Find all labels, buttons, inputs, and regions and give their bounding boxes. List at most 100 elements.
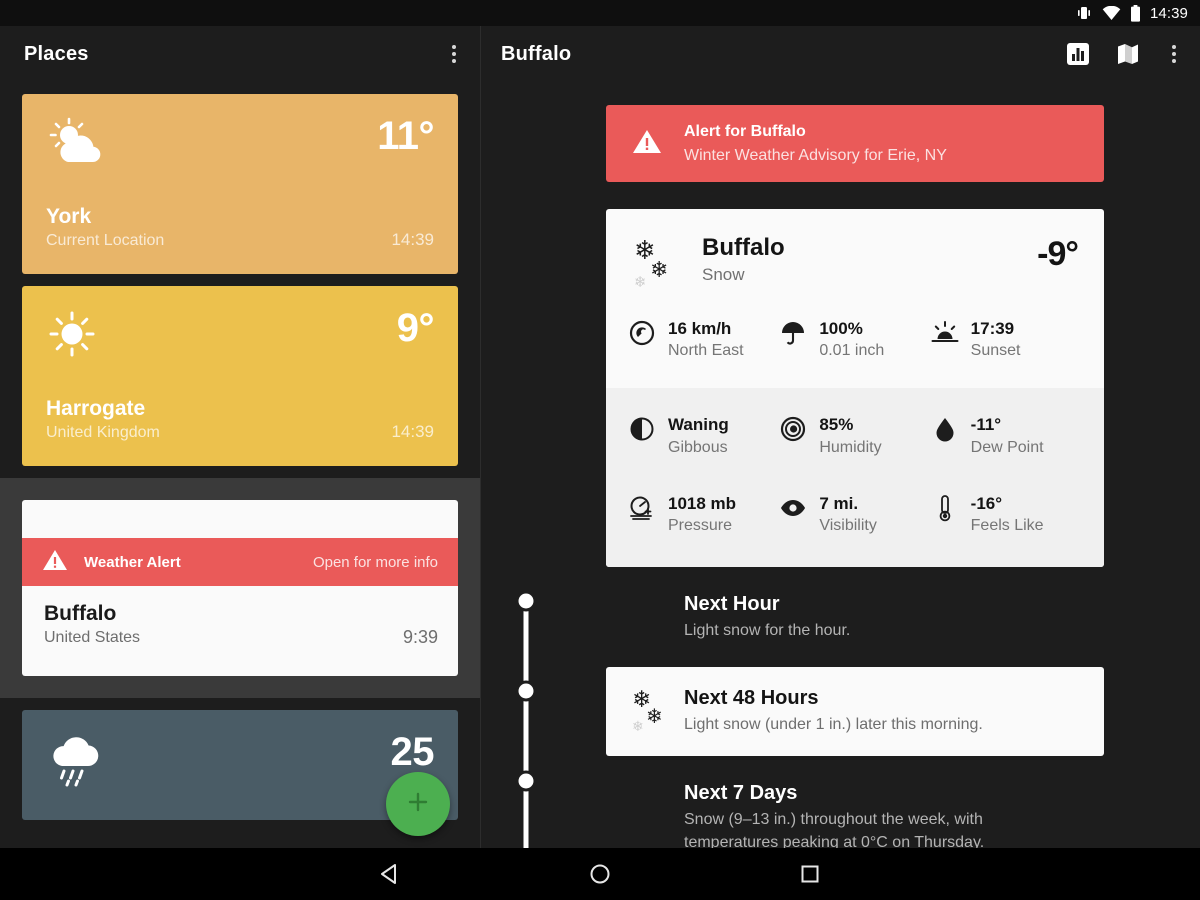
place-subtitle: United States (44, 629, 141, 647)
metric-text: 100% 0.01 inch (819, 318, 884, 362)
current-city: Buffalo (702, 234, 785, 261)
places-toolbar: Places (0, 26, 480, 82)
overflow-menu-icon[interactable] (444, 45, 464, 63)
metric-text: -16° Feels Like (971, 493, 1044, 537)
metric-text: 1018 mb Pressure (668, 493, 736, 537)
plus-icon (405, 789, 431, 820)
metric-label: North East (668, 342, 744, 360)
metrics-secondary: Waning Gibbous 85% Humidity -11° Dew Poi… (606, 388, 1104, 568)
alert-banner-subtitle: Winter Weather Advisory for Erie, NY (684, 146, 947, 164)
map-icon[interactable] (1114, 40, 1142, 68)
add-place-button[interactable] (386, 772, 450, 836)
detail-toolbar: Buffalo (481, 26, 1200, 82)
android-nav-bar (0, 848, 1200, 900)
place-temperature: 9° (396, 306, 435, 350)
status-bar: 14:39 (0, 0, 1200, 26)
place-zone-buffalo: Weather Alert Open for more info Buffalo… (0, 478, 480, 698)
metric-feels-like: -16° Feels Like (931, 493, 1082, 537)
metric-dew-point: -11° Dew Point (931, 414, 1082, 458)
place-card-top: 11° (46, 116, 434, 178)
forecast-next-7-days[interactable]: Next 7 Days Snow (9–13 in.) throughout t… (606, 762, 1104, 848)
card-top-spacer (22, 500, 458, 538)
forecast-next-hour[interactable]: Next Hour Light snow for the hour. (606, 573, 1104, 662)
app-screen: 14:39 Places 11° York Current Location 1… (0, 0, 1200, 900)
home-icon[interactable] (578, 852, 622, 896)
thermometer-icon (931, 493, 959, 522)
current-conditions-text: Buffalo Snow (702, 233, 785, 288)
current-conditions-card[interactable]: ❄ ❄ ❄ Buffalo Snow -9° 16 km/h North Eas… (606, 209, 1104, 568)
svg-text:❄: ❄ (632, 719, 644, 735)
metric-value: 85% (819, 415, 854, 435)
chart-icon[interactable] (1064, 40, 1092, 68)
metric-label: Visibility (819, 517, 877, 535)
umbrella-icon (779, 318, 807, 346)
overflow-menu-icon[interactable] (1164, 45, 1184, 63)
metric-moon-phase: Waning Gibbous (628, 414, 779, 458)
forecast-description: Light snow (under 1 in.) later this morn… (684, 715, 983, 733)
status-bar-clock: 14:39 (1149, 4, 1188, 22)
places-list: 11° York Current Location 14:39 9° Harro… (0, 82, 480, 848)
metric-label: Pressure (668, 517, 733, 535)
place-card-body: Buffalo United States 9:39 (22, 586, 458, 676)
detail-toolbar-actions (1064, 40, 1184, 68)
metric-label: 0.01 inch (819, 342, 885, 360)
warning-icon (632, 128, 662, 160)
snow-icon: ❄ ❄ ❄ (628, 233, 684, 296)
metric-label: Gibbous (668, 438, 728, 456)
alert-banner-title: Alert for Buffalo (684, 123, 806, 141)
current-condition: Snow (702, 265, 745, 284)
forecast-content: Next Hour Light snow for the hour. (606, 573, 1104, 662)
detail-panel: Buffalo Alert for Buffalo Winter Weather… (481, 26, 1200, 848)
weather-alert-label: Weather Alert (84, 553, 181, 571)
place-time: 9:39 (402, 626, 438, 647)
detail-title: Buffalo (501, 42, 572, 65)
place-name: Buffalo (44, 602, 117, 625)
metric-value: 7 mi. (819, 493, 859, 513)
place-temperature: 25 (390, 729, 435, 774)
sunset-icon (931, 318, 959, 346)
back-icon[interactable] (368, 852, 412, 896)
place-card-harrogate[interactable]: 9° Harrogate United Kingdom 14:39 (22, 286, 458, 466)
metric-value: -11° (970, 415, 1002, 435)
metric-text: -11° Dew Point (971, 414, 1044, 458)
place-zone-york: 11° York Current Location 14:39 (0, 94, 480, 274)
place-card-york[interactable]: 11° York Current Location 14:39 (22, 94, 458, 274)
metric-label: Dew Point (970, 438, 1044, 456)
metric-text: Waning Gibbous (668, 414, 729, 458)
place-zone-harrogate: 9° Harrogate United Kingdom 14:39 (0, 286, 480, 466)
forecast-title: Next Hour (684, 593, 780, 616)
partly-cloudy-icon (46, 116, 106, 173)
wifi-icon (1102, 5, 1121, 21)
metric-value: 1018 mb (668, 493, 737, 513)
metric-wind: 16 km/h North East (628, 318, 779, 362)
forecast-title: Next 7 Days (684, 781, 798, 804)
recents-icon[interactable] (788, 852, 832, 896)
place-subtitle: Current Location (46, 232, 165, 250)
metric-label: Sunset (970, 342, 1021, 360)
humidity-icon (779, 414, 807, 442)
visibility-icon (779, 493, 807, 521)
metric-text: 17:39 Sunset (971, 318, 1021, 362)
alert-banner[interactable]: Alert for Buffalo Winter Weather Advisor… (606, 105, 1104, 182)
alert-banner-text: Alert for Buffalo Winter Weather Advisor… (684, 120, 947, 166)
svg-text:❄: ❄ (646, 704, 663, 728)
place-card-bottom: York Current Location 14:39 (46, 203, 434, 252)
metric-visibility: 7 mi. Visibility (779, 493, 930, 537)
forecast-content: Next 7 Days Snow (9–13 in.) throughout t… (606, 762, 1104, 848)
metric-humidity: 85% Humidity (779, 414, 930, 458)
weather-alert-action: Open for more info (312, 553, 438, 571)
svg-text:❄: ❄ (634, 273, 647, 291)
forecast-content: Next 48 Hours Light snow (under 1 in.) l… (606, 667, 1104, 756)
weather-alert-bar[interactable]: Weather Alert Open for more info (22, 538, 458, 586)
metric-text: 7 mi. Visibility (819, 493, 877, 537)
metric-text: 85% Humidity (819, 414, 881, 458)
place-name: York (46, 205, 92, 229)
place-subtitle: United Kingdom (46, 424, 160, 442)
rain-icon (46, 732, 104, 795)
metric-label: Humidity (819, 438, 882, 456)
place-card-top: 9° (46, 306, 435, 370)
metrics-primary: 16 km/h North East 100% 0.01 inch 17:39 … (606, 296, 1104, 389)
forecast-next-48-hours[interactable]: ❄ ❄ ❄ Next 48 Hours Light snow (under 1 … (606, 666, 1104, 756)
moon-icon (628, 414, 656, 442)
place-card-buffalo[interactable]: Weather Alert Open for more info Buffalo… (22, 500, 458, 676)
